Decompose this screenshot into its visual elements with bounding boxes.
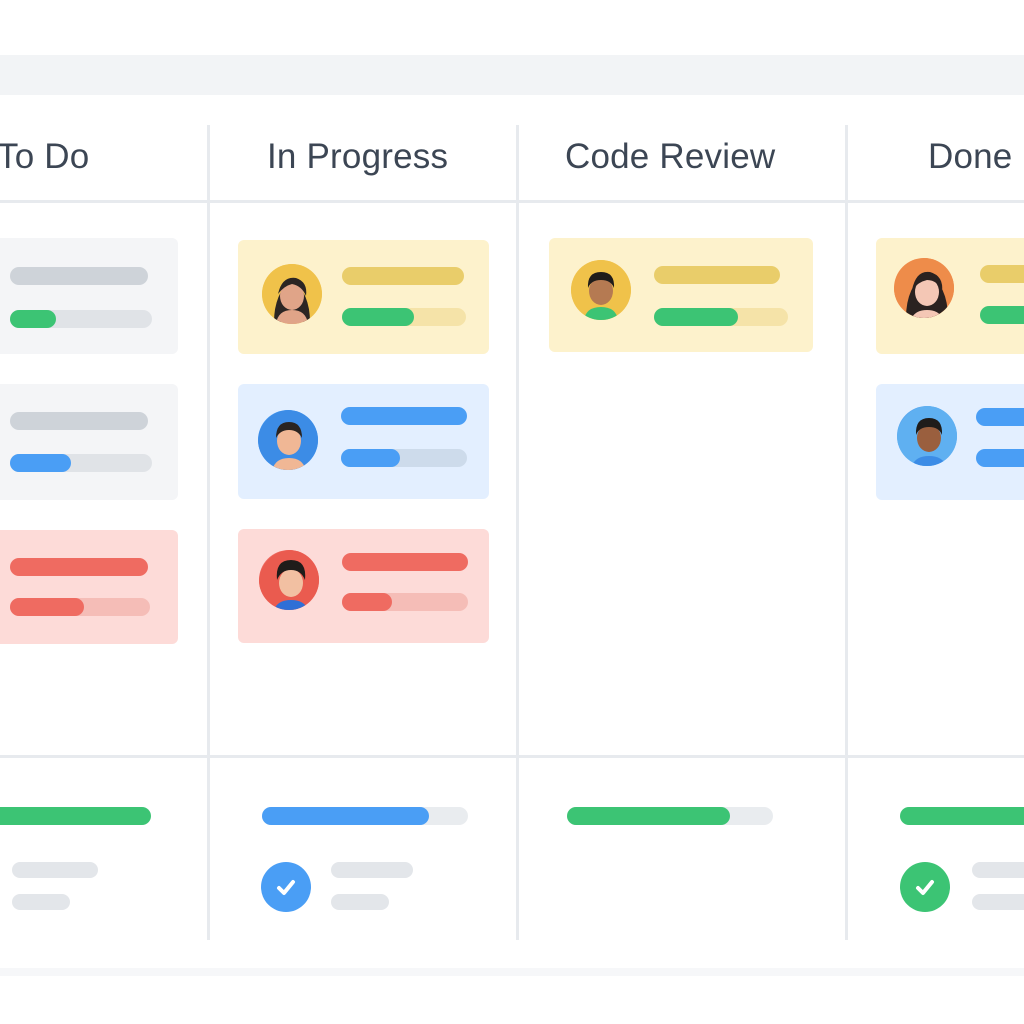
checkmark-icon[interactable] — [900, 862, 950, 912]
column-divider — [845, 125, 848, 940]
bottom-edge — [0, 968, 1024, 976]
column-title-code-review: Code Review — [565, 137, 776, 176]
task-progress-fill — [10, 310, 56, 328]
kanban-board: To Do In Progress Code Review Done — [0, 95, 1024, 968]
task-card[interactable] — [549, 238, 813, 352]
task-card[interactable] — [238, 240, 489, 354]
task-title-placeholder — [10, 412, 148, 430]
task-progress-fill — [342, 593, 392, 611]
column-title-in-progress: In Progress — [267, 137, 449, 176]
task-title-placeholder — [10, 267, 148, 285]
task-progress-fill — [654, 308, 738, 326]
task-title-placeholder — [654, 266, 780, 284]
user-avatar-icon[interactable] — [259, 550, 319, 610]
footer-text-placeholder — [331, 862, 413, 878]
task-title-placeholder — [980, 265, 1024, 283]
task-progress-fill — [10, 598, 84, 616]
task-progress-fill — [10, 454, 71, 472]
task-card[interactable] — [0, 384, 178, 500]
user-avatar-icon[interactable] — [258, 410, 318, 470]
footer-text-placeholder — [331, 894, 389, 910]
task-card[interactable] — [876, 238, 1024, 354]
top-toolbar — [0, 55, 1024, 95]
task-title-placeholder — [341, 407, 467, 425]
header-divider — [0, 200, 1024, 203]
footer-text-placeholder — [12, 894, 70, 910]
user-avatar-icon[interactable] — [262, 264, 322, 324]
user-avatar-icon[interactable] — [894, 258, 954, 318]
column-title-done: Done — [928, 137, 1013, 176]
checkmark-icon[interactable] — [261, 862, 311, 912]
footer-text-placeholder — [972, 862, 1024, 878]
footer-text-placeholder — [12, 862, 98, 878]
column-divider — [207, 125, 210, 940]
footer-text-placeholder — [972, 894, 1024, 910]
task-card[interactable] — [0, 238, 178, 354]
user-avatar-icon[interactable] — [897, 406, 957, 466]
task-title-placeholder — [10, 558, 148, 576]
column-progress-fill — [262, 807, 429, 825]
task-card[interactable] — [876, 384, 1024, 500]
column-progress-bar — [0, 807, 151, 825]
task-card[interactable] — [0, 530, 178, 644]
footer-divider — [0, 755, 1024, 758]
task-title-placeholder — [342, 267, 464, 285]
task-title-placeholder — [342, 553, 468, 571]
task-progress-fill — [980, 306, 1024, 324]
task-progress-fill — [341, 449, 400, 467]
column-divider — [516, 125, 519, 940]
column-title-to-do: To Do — [0, 137, 90, 176]
task-progress-fill — [976, 449, 1024, 467]
task-progress-fill — [342, 308, 414, 326]
task-card[interactable] — [238, 529, 489, 643]
task-title-placeholder — [976, 408, 1024, 426]
task-card[interactable] — [238, 384, 489, 499]
column-progress-fill — [567, 807, 730, 825]
column-progress-bar — [900, 807, 1024, 825]
user-avatar-icon[interactable] — [571, 260, 631, 320]
